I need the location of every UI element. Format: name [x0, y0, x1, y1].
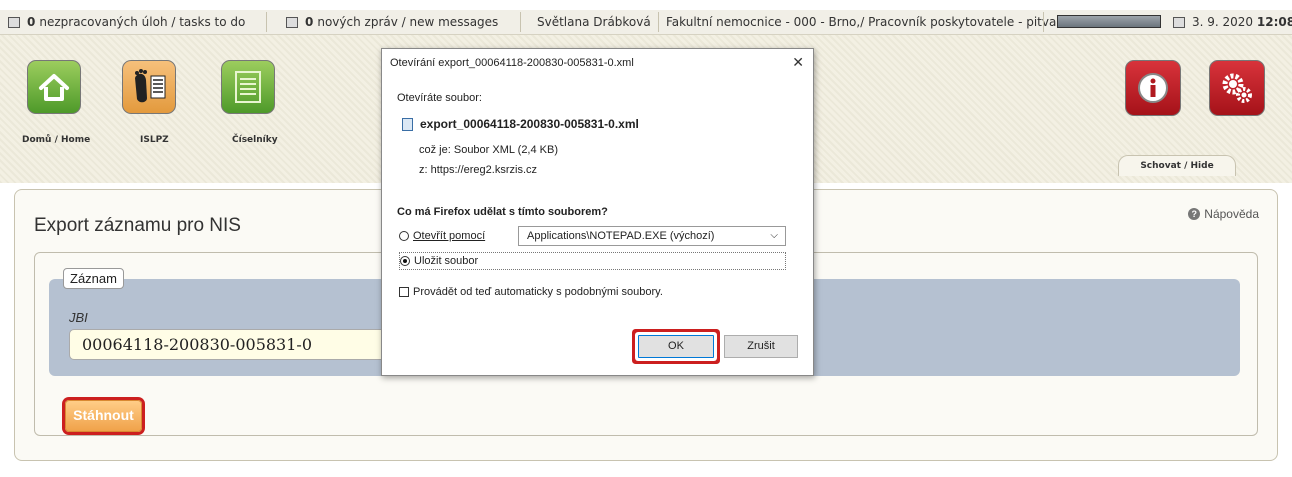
divider	[1043, 12, 1044, 32]
settings-button[interactable]	[1209, 60, 1265, 116]
status-bar: 0 nezpracovaných úloh / tasks to do 0 no…	[0, 10, 1292, 35]
organization: Fakultní nemocnice - 000 - Brno,/ Pracov…	[666, 15, 1057, 29]
calendar-icon	[1173, 16, 1185, 28]
home-button[interactable]	[27, 60, 81, 114]
tasks-label: nezpracovaných úloh / tasks to do	[39, 15, 246, 29]
date: 3. 9. 2020	[1192, 15, 1254, 29]
opening-label: Otevíráte soubor:	[397, 92, 482, 104]
datetime: 3. 9. 2020 12:08	[1173, 10, 1292, 34]
info-button[interactable]	[1125, 60, 1181, 116]
tasks-count: 0	[27, 15, 36, 29]
messages-count: 0	[305, 15, 314, 29]
file-source-row: z: https://ereg2.ksrzis.cz	[419, 164, 537, 176]
info-icon	[1138, 73, 1168, 103]
record-legend: Záznam	[63, 268, 124, 289]
auto-checkbox[interactable]	[399, 287, 409, 297]
code-lists-label: Číselníky	[232, 135, 278, 145]
islpz-button[interactable]	[122, 60, 176, 114]
download-dialog: Otevírání export_00064118-200830-005831-…	[381, 48, 814, 376]
xml-file-icon	[402, 117, 413, 131]
close-icon[interactable]: ✕	[792, 54, 804, 71]
open-with-app: Applications\NOTEPAD.EXE (výchozí)	[527, 230, 715, 242]
messages-label: nových zpráv / new messages	[317, 15, 499, 29]
open-with-select[interactable]: Applications\NOTEPAD.EXE (výchozí) ⌵	[518, 226, 786, 246]
islpz-label: ISLPZ	[140, 135, 169, 145]
help-link[interactable]: ? Nápověda	[1188, 207, 1259, 221]
divider	[520, 12, 521, 32]
messages-indicator[interactable]: 0 nových zpráv / new messages	[286, 10, 498, 34]
file-source-value: https://ereg2.ksrzis.cz	[430, 164, 537, 176]
open-with-radio[interactable]	[399, 231, 409, 241]
tasks-icon	[8, 16, 20, 28]
divider	[658, 12, 659, 32]
code-list-icon	[235, 71, 261, 103]
file-source-prefix: z:	[419, 164, 428, 176]
action-question: Co má Firefox udělat s tímto souborem?	[397, 206, 608, 218]
envelope-icon	[286, 16, 298, 28]
time: 12:08	[1256, 15, 1292, 29]
divider	[266, 12, 267, 32]
code-lists-button[interactable]	[221, 60, 275, 114]
foot-id-icon	[135, 69, 166, 103]
jbi-label: JBI	[69, 310, 88, 325]
help-icon: ?	[1188, 208, 1201, 220]
settings-gears-icon	[1222, 73, 1252, 103]
help-label: Nápověda	[1204, 207, 1259, 221]
file-type-prefix: což je:	[419, 144, 451, 156]
auto-option[interactable]: Provádět od teď automaticky s podobnými …	[399, 286, 663, 298]
chevron-down-icon: ⌵	[770, 230, 778, 241]
open-with-option[interactable]: Otevřít pomocí	[399, 230, 485, 242]
save-file-option[interactable]: Uložit soubor	[400, 255, 478, 267]
jbi-input[interactable]: 00064118-200830-005831-0	[69, 329, 399, 360]
auto-label: Provádět od teď automaticky s podobnými …	[413, 286, 663, 298]
hide-header-tab[interactable]: Schovat / Hide	[1118, 155, 1236, 176]
page-title: Export záznamu pro NIS	[34, 215, 241, 236]
file-name: export_00064118-200830-005831-0.xml	[420, 117, 639, 131]
save-file-label: Uložit soubor	[414, 255, 479, 267]
user-name: Světlana Drábková	[537, 15, 651, 29]
file-type-value: Soubor XML (2,4 KB)	[453, 144, 558, 156]
file-type-row: což je: Soubor XML (2,4 KB)	[419, 144, 558, 156]
dialog-title: Otevírání export_00064118-200830-005831-…	[390, 57, 634, 69]
cancel-button[interactable]: Zrušit	[724, 335, 798, 358]
download-button[interactable]: Stáhnout	[65, 400, 142, 432]
tasks-indicator[interactable]: 0 nezpracovaných úloh / tasks to do	[8, 10, 245, 34]
home-icon	[39, 74, 69, 101]
save-file-radio[interactable]	[400, 256, 410, 266]
session-progress-bar	[1057, 15, 1161, 28]
home-label: Domů / Home	[22, 135, 91, 145]
open-with-label: Otevřít pomocí	[413, 230, 486, 242]
ok-button[interactable]: OK	[638, 335, 714, 358]
file-name-row: export_00064118-200830-005831-0.xml	[402, 117, 639, 131]
